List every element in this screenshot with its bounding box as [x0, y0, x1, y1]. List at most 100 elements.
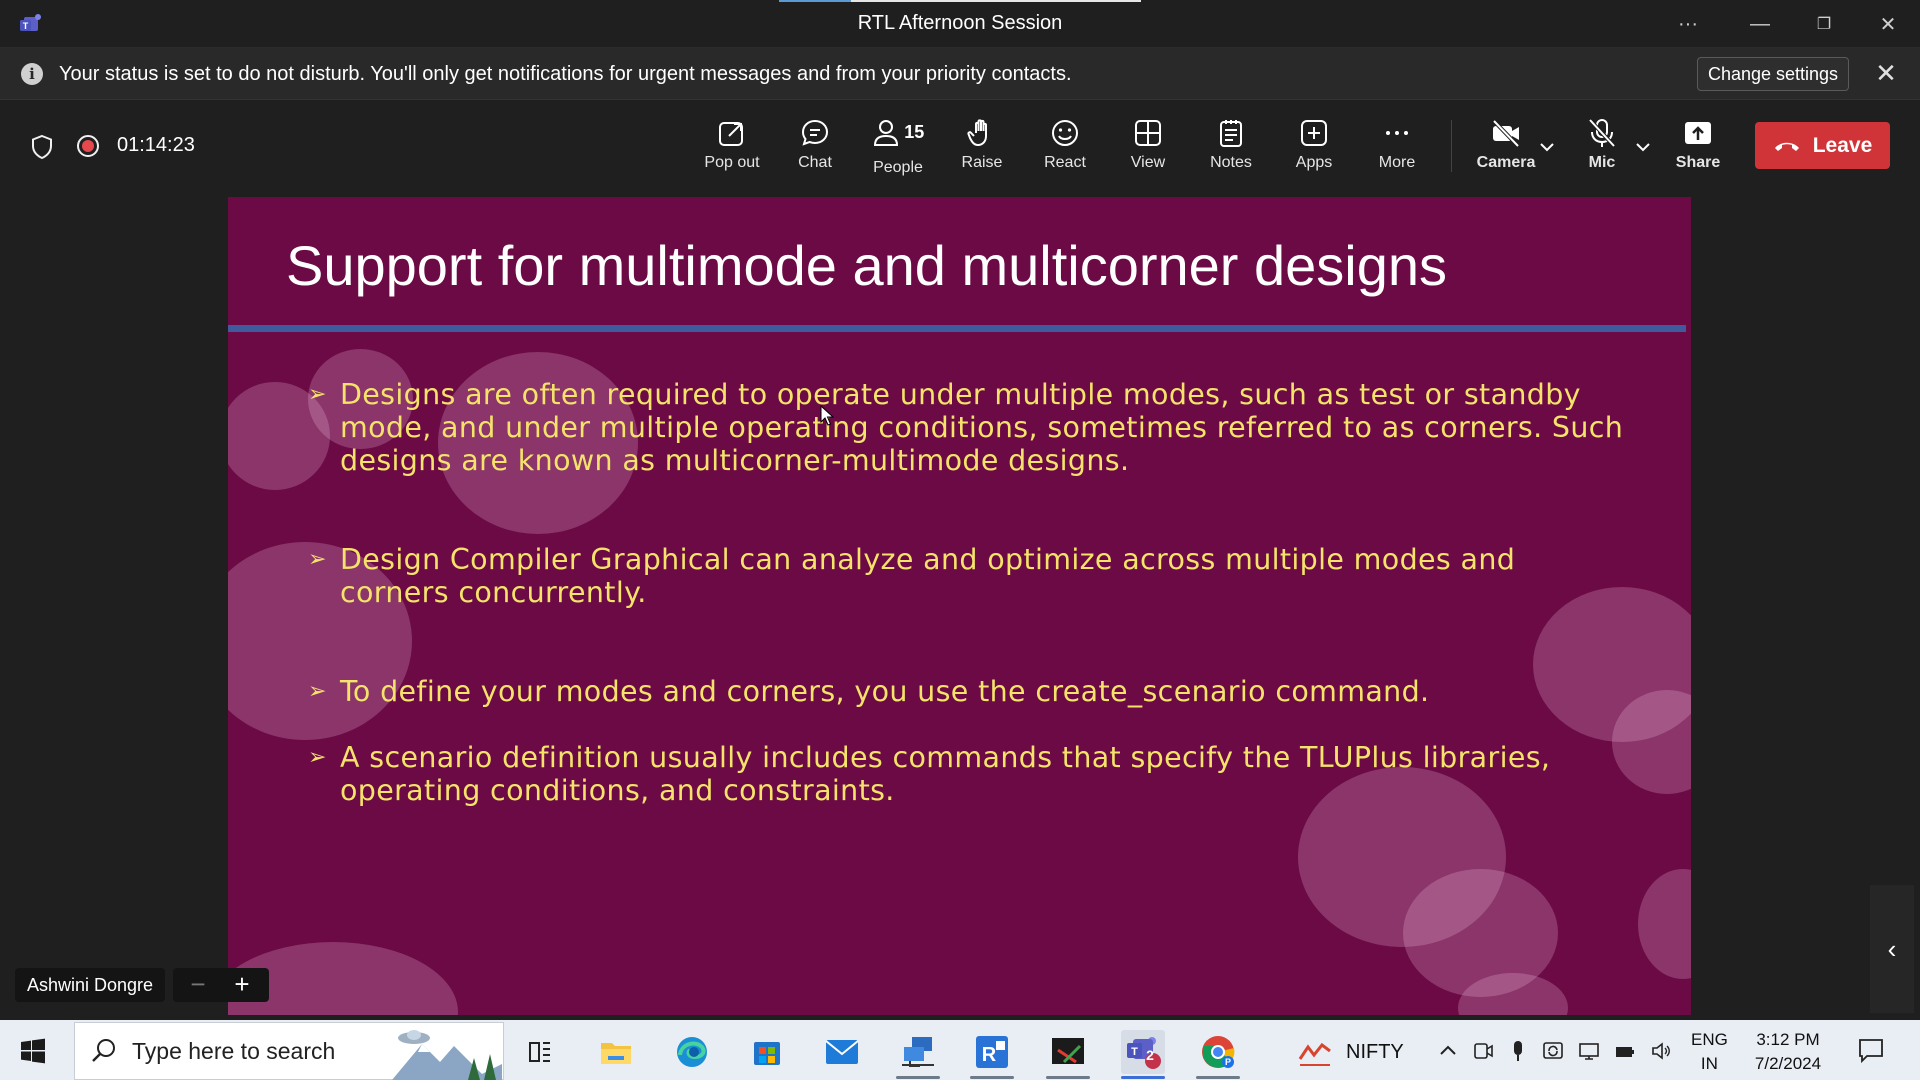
camera-tray-icon[interactable] [1472, 1040, 1494, 1062]
react-button[interactable]: React [1025, 114, 1105, 180]
notification-center-icon[interactable] [1857, 1036, 1885, 1064]
apps-label: Apps [1295, 154, 1333, 171]
remote-desktop-icon[interactable] [896, 1030, 940, 1074]
view-button[interactable]: View [1108, 114, 1188, 180]
running-app-indicator [1196, 1076, 1240, 1079]
svg-text:R: R [982, 1044, 997, 1066]
file-explorer-icon[interactable] [594, 1030, 638, 1074]
bullet-text: Design Compiler Graphical can analyze an… [340, 543, 1516, 609]
leave-label: Leave [1812, 133, 1873, 157]
mic-options-chevron-down-icon[interactable] [1634, 138, 1652, 156]
slide-bullet: ➢ Designs are often required to operate … [308, 378, 1630, 477]
arrow-bullet-icon: ➢ [308, 547, 327, 572]
share-label: Share [1675, 154, 1721, 171]
dnd-notification-bar: i Your status is set to do not disturb. … [0, 48, 1920, 100]
notes-button[interactable]: Notes [1191, 114, 1271, 180]
search-highlight-illustration-icon [392, 1030, 502, 1080]
react-label: React [1044, 154, 1086, 171]
chevron-up-icon[interactable] [1437, 1040, 1459, 1062]
share-screen-icon [1685, 122, 1711, 144]
chat-icon [801, 119, 829, 146]
slide-bullet: ➢ Design Compiler Graphical can analyze … [308, 543, 1630, 609]
edge-browser-icon[interactable] [670, 1030, 714, 1074]
toolbar-divider [1451, 120, 1452, 172]
microsoft-store-icon[interactable] [745, 1030, 789, 1074]
pop-out-button[interactable]: Pop out [692, 114, 772, 180]
change-settings-button[interactable]: Change settings [1697, 57, 1849, 91]
language-indicator[interactable]: ENG IN [1691, 1028, 1728, 1076]
language-code: ENG [1691, 1030, 1728, 1049]
microphone-tray-icon[interactable] [1507, 1040, 1529, 1062]
bullet-text: Designs are often required to operate un… [340, 378, 1624, 477]
camera-off-icon [1492, 119, 1520, 148]
more-dots-icon [1386, 131, 1408, 135]
apps-plus-icon [1301, 120, 1327, 146]
camera-label: Camera [1476, 154, 1536, 171]
more-button[interactable]: More [1357, 114, 1437, 180]
windows-start-icon[interactable] [20, 1038, 46, 1064]
terminal-app-icon[interactable] [1046, 1030, 1090, 1074]
rq-app-icon[interactable]: R [970, 1030, 1014, 1074]
chrome-profile-icon[interactable]: P [1196, 1030, 1240, 1074]
recording-icon [77, 135, 99, 157]
bullet-text: To define your modes and corners, you us… [340, 675, 1430, 708]
window-title: RTL Afternoon Session [857, 12, 1063, 34]
sync-tray-icon[interactable] [1542, 1040, 1564, 1062]
people-label: People [873, 159, 923, 176]
shared-slide: Support for multimode and multicorner de… [228, 197, 1691, 1015]
svg-text:T: T [1131, 1046, 1138, 1058]
battery-icon[interactable] [1614, 1040, 1636, 1062]
language-region: IN [1700, 1054, 1718, 1073]
svg-text:P: P [1225, 1057, 1231, 1067]
nifty-ticker-label: NIFTY [1346, 1041, 1404, 1063]
camera-options-chevron-down-icon[interactable] [1538, 138, 1556, 156]
more-options-icon[interactable]: ··· [1670, 8, 1706, 40]
taskbar-clock[interactable]: 3:12 PM 7/2/2024 [1748, 1028, 1828, 1076]
window-close-icon[interactable]: ✕ [1870, 8, 1906, 40]
mouse-cursor-icon [820, 405, 834, 426]
mic-off-icon [1588, 118, 1616, 148]
slide-title-rule [228, 325, 1686, 332]
notes-label: Notes [1210, 154, 1252, 171]
search-icon [92, 1039, 115, 1062]
zoom-out-icon[interactable]: − [183, 968, 213, 1002]
react-smiley-icon [1052, 120, 1078, 146]
mail-icon[interactable] [820, 1030, 864, 1074]
decorative-bubble [1638, 869, 1691, 979]
apps-button[interactable]: Apps [1274, 114, 1354, 180]
task-view-icon[interactable] [518, 1030, 562, 1074]
camera-button[interactable]: Camera [1466, 114, 1546, 180]
expand-panel-chevron-left-icon[interactable]: ‹ [1870, 885, 1914, 1013]
search-placeholder: Type here to search [132, 1038, 336, 1064]
arrow-bullet-icon: ➢ [308, 679, 327, 704]
slide-bullet: ➢ To define your modes and corners, you … [308, 675, 1630, 708]
active-app-indicator [1121, 1076, 1165, 1079]
zoom-in-icon[interactable]: + [227, 968, 257, 1002]
notification-text: Your status is set to do not disturb. Yo… [59, 63, 1072, 85]
title-bar: T RTL Afternoon Session ··· — ❐ ✕ [0, 0, 1920, 48]
leave-button[interactable]: Leave [1755, 122, 1890, 169]
pop-out-label: Pop out [704, 154, 760, 171]
mic-label: Mic [1588, 154, 1616, 171]
running-app-indicator [896, 1076, 940, 1079]
running-app-indicator [970, 1076, 1014, 1079]
meeting-timer: 01:14:23 [117, 134, 195, 156]
notification-close-icon[interactable]: ✕ [1872, 59, 1900, 87]
share-button[interactable]: Share [1658, 114, 1738, 180]
nifty-chart-icon[interactable] [1298, 1037, 1332, 1067]
volume-icon[interactable] [1650, 1040, 1672, 1062]
chat-button[interactable]: Chat [775, 114, 855, 180]
mic-button[interactable]: Mic [1562, 114, 1642, 180]
raise-label: Raise [961, 154, 1003, 171]
arrow-bullet-icon: ➢ [308, 382, 327, 407]
pop-out-icon [719, 122, 743, 146]
minimize-icon[interactable]: — [1742, 8, 1778, 40]
raise-hand-button[interactable]: Raise [942, 114, 1022, 180]
shield-icon[interactable] [30, 134, 54, 160]
restore-icon[interactable]: ❐ [1806, 8, 1842, 40]
display-tray-icon[interactable] [1578, 1040, 1600, 1062]
people-icon [873, 120, 898, 146]
chat-label: Chat [798, 154, 832, 171]
people-button[interactable]: 15 People [858, 114, 938, 180]
slide-bullet: ➢ A scenario definition usually includes… [308, 741, 1630, 807]
